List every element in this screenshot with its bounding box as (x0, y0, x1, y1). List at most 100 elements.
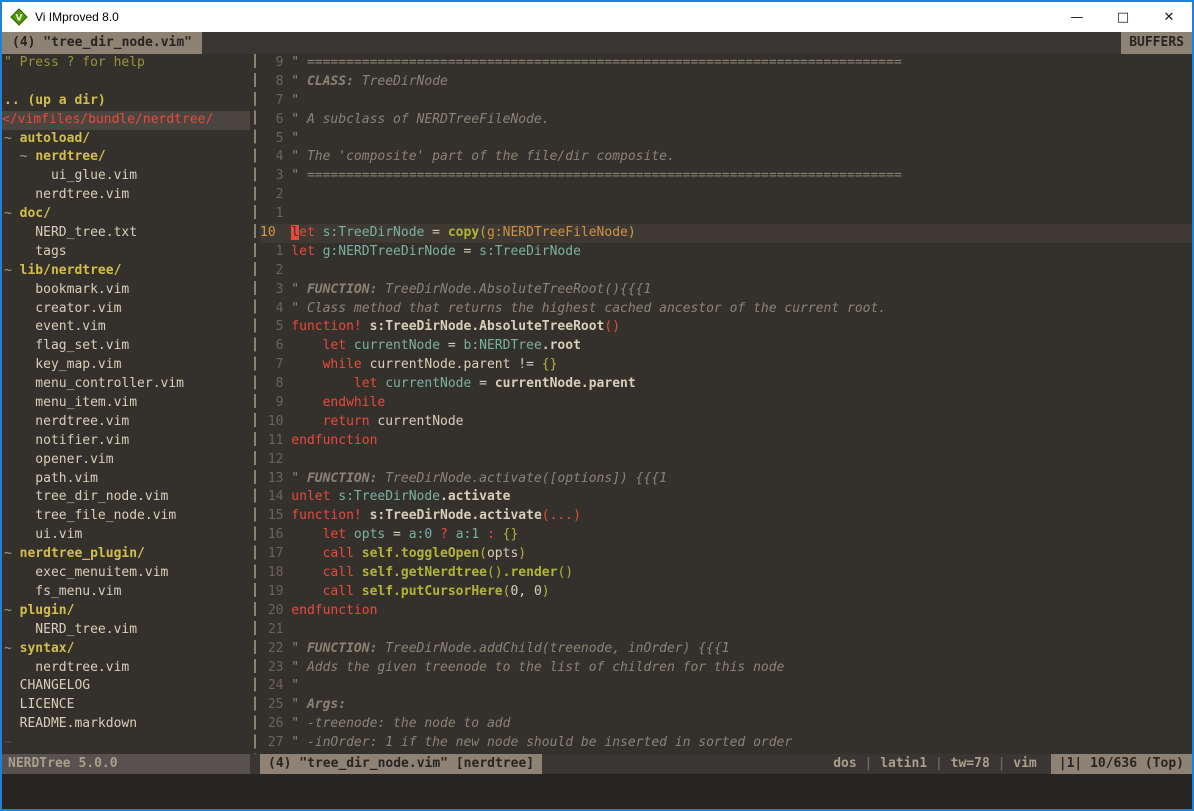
code-line[interactable]: 21 (260, 621, 1192, 640)
code-line[interactable]: 4" Class method that returns the highest… (260, 300, 1192, 319)
line-number: 1 (260, 205, 291, 224)
tree-item[interactable]: ~ nerdtree_plugin/ (2, 545, 250, 564)
line-number: 16 (260, 526, 291, 545)
line-number: 9 (260, 54, 291, 73)
tree-item[interactable]: tree_file_node.vim (2, 507, 250, 526)
tree-item[interactable]: ~ nerdtree/ (2, 148, 250, 167)
code-line[interactable]: 10 return currentNode (260, 413, 1192, 432)
code-line[interactable]: 18 call self.getNerdtree().render() (260, 564, 1192, 583)
code-line[interactable]: 1let g:NERDTreeDirNode = s:TreeDirNode (260, 243, 1192, 262)
tree-item[interactable]: tags (2, 243, 250, 262)
tree-item[interactable]: creator.vim (2, 300, 250, 319)
code-line[interactable]: 14unlet s:TreeDirNode.activate (260, 488, 1192, 507)
code-line[interactable]: 24" (260, 677, 1192, 696)
tabline-spacer (202, 32, 1121, 54)
code-line[interactable]: 23" Adds the given treenode to the list … (260, 659, 1192, 678)
vim-app-icon: V (10, 8, 28, 26)
tree-item[interactable]: menu_item.vim (2, 394, 250, 413)
code-area[interactable]: 9" =====================================… (260, 54, 1192, 754)
code-line[interactable]: 2 (260, 262, 1192, 281)
code-line[interactable]: 9" =====================================… (260, 54, 1192, 73)
window-split-separator[interactable] (250, 54, 260, 754)
close-button[interactable]: ✕ (1146, 2, 1192, 32)
code-line[interactable]: 2 (260, 186, 1192, 205)
code-line[interactable]: 19 call self.putCursorHere(0, 0) (260, 583, 1192, 602)
tree-item[interactable]: menu_controller.vim (2, 375, 250, 394)
tree-item[interactable]: ui_glue.vim (2, 167, 250, 186)
line-number: 9 (260, 394, 291, 413)
code-line[interactable]: 20endfunction (260, 602, 1192, 621)
tree-item[interactable]: exec_menuitem.vim (2, 564, 250, 583)
tree-item[interactable]: flag_set.vim (2, 337, 250, 356)
code-line[interactable]: 7" (260, 92, 1192, 111)
code-line[interactable]: 5function! s:TreeDirNode.AbsoluteTreeRoo… (260, 318, 1192, 337)
code-line[interactable]: 11endfunction (260, 432, 1192, 451)
tree-item[interactable]: CHANGELOG (2, 677, 250, 696)
tree-item[interactable]: event.vim (2, 318, 250, 337)
line-number: 6 (260, 111, 291, 130)
line-number: 25 (260, 696, 291, 715)
tree-item[interactable]: NERD_tree.txt (2, 224, 250, 243)
code-line[interactable]: 17 call self.toggleOpen(opts) (260, 545, 1192, 564)
tree-item[interactable]: nerdtree.vim (2, 659, 250, 678)
tree-item[interactable]: ~ doc/ (2, 205, 250, 224)
svg-text:V: V (16, 14, 23, 24)
code-line[interactable]: 13" FUNCTION: TreeDirNode.activate([opti… (260, 470, 1192, 489)
status-line: NERDTree 5.0.0 (4) "tree_dir_node.vim" [… (2, 754, 1192, 774)
tree-item[interactable]: fs_menu.vim (2, 583, 250, 602)
code-line[interactable]: 10let s:TreeDirNode = copy(g:NERDTreeFil… (260, 224, 1192, 243)
code-line[interactable]: 27" -inOrder: 1 if the new node should b… (260, 734, 1192, 753)
code-line[interactable]: 25" Args: (260, 696, 1192, 715)
code-line[interactable]: 6 let currentNode = b:NERDTree.root (260, 337, 1192, 356)
buffer-name-status: (4) "tree_dir_node.vim" [nerdtree] (260, 754, 542, 774)
maximize-button[interactable]: □ (1100, 2, 1146, 32)
code-line[interactable]: 4" The 'composite' part of the file/dir … (260, 148, 1192, 167)
tree-item[interactable]: ~ autoload/ (2, 130, 250, 149)
tree-root-path[interactable]: </vimfiles/bundle/nerdtree/ (2, 111, 250, 130)
code-line[interactable]: 9 endwhile (260, 394, 1192, 413)
tree-item[interactable]: nerdtree.vim (2, 413, 250, 432)
line-number: 4 (260, 148, 291, 167)
tree-item[interactable]: bookmark.vim (2, 281, 250, 300)
code-line[interactable]: 1 (260, 205, 1192, 224)
status-gap (250, 754, 260, 774)
tree-item[interactable]: ~ syntax/ (2, 640, 250, 659)
tree-item[interactable]: ~ lib/nerdtree/ (2, 262, 250, 281)
minimize-button[interactable]: — (1054, 2, 1100, 32)
tree-item[interactable]: path.vim (2, 470, 250, 489)
line-number: 27 (260, 734, 291, 753)
code-line[interactable]: 16 let opts = a:0 ? a:1 : {} (260, 526, 1192, 545)
code-line[interactable]: 6" A subclass of NERDTreeFileNode. (260, 111, 1192, 130)
tree-item[interactable]: .. (up a dir) (2, 92, 250, 111)
code-line[interactable]: 7 while currentNode.parent != {} (260, 356, 1192, 375)
tree-item[interactable]: LICENCE (2, 696, 250, 715)
cursor-position-status: |1| 10/636 (Top) (1051, 754, 1192, 774)
line-number: 23 (260, 659, 291, 678)
code-line[interactable]: 3" =====================================… (260, 167, 1192, 186)
line-number: 4 (260, 300, 291, 319)
tree-item[interactable]: tree_dir_node.vim (2, 488, 250, 507)
command-line (2, 774, 1192, 809)
tree-item[interactable]: ~ plugin/ (2, 602, 250, 621)
tree-item[interactable]: NERD_tree.vim (2, 621, 250, 640)
buffers-label: BUFFERS (1121, 32, 1192, 54)
code-line[interactable]: 5" (260, 130, 1192, 149)
tree-item[interactable]: ui.vim (2, 526, 250, 545)
code-line[interactable]: 22" FUNCTION: TreeDirNode.addChild(treen… (260, 640, 1192, 659)
tree-item[interactable]: key_map.vim (2, 356, 250, 375)
code-line[interactable]: 8 let currentNode = currentNode.parent (260, 375, 1192, 394)
tree-item[interactable]: opener.vim (2, 451, 250, 470)
code-line[interactable]: 8" CLASS: TreeDirNode (260, 73, 1192, 92)
code-line[interactable]: 3" FUNCTION: TreeDirNode.AbsoluteTreeRoo… (260, 281, 1192, 300)
tree-item[interactable]: README.markdown (2, 715, 250, 734)
code-line[interactable]: 12 (260, 451, 1192, 470)
line-number: 7 (260, 92, 291, 111)
nerdtree-sidebar: " Press ? for help .. (up a dir)</vimfil… (2, 54, 250, 754)
tree-item[interactable]: " Press ? for help (2, 54, 250, 73)
code-line[interactable]: 26" -treenode: the node to add (260, 715, 1192, 734)
line-number: 13 (260, 470, 291, 489)
tab-tree-dir-node[interactable]: (4) "tree_dir_node.vim" (2, 32, 202, 54)
tree-item[interactable]: notifier.vim (2, 432, 250, 451)
code-line[interactable]: 15function! s:TreeDirNode.activate(...) (260, 507, 1192, 526)
tree-item[interactable]: nerdtree.vim (2, 186, 250, 205)
